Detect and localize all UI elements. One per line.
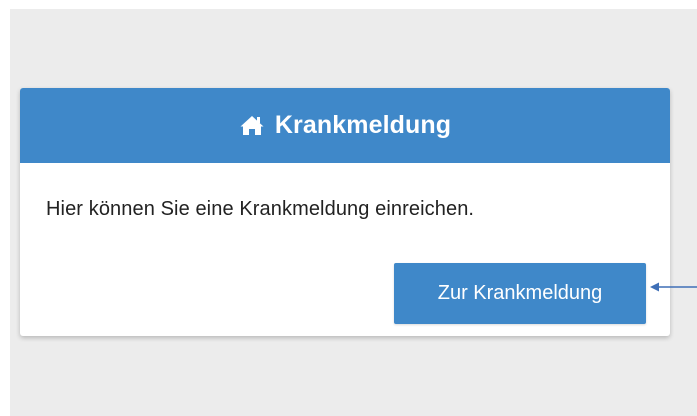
home-icon [239,114,265,136]
card-title: Krankmeldung [274,111,452,139]
go-to-sick-leave-button[interactable]: Zur Krankmeldung [394,263,646,324]
card-body: Hier können Sie eine Krankmeldung einrei… [20,163,670,336]
arrow-left-icon [650,282,697,292]
card-header: Krankmeldung [20,88,670,163]
card-description: Hier können Sie eine Krankmeldung einrei… [46,198,475,220]
sick-leave-card: Krankmeldung Hier können Sie eine Krankm… [20,88,670,336]
card-title-group: Krankmeldung [239,111,451,140]
